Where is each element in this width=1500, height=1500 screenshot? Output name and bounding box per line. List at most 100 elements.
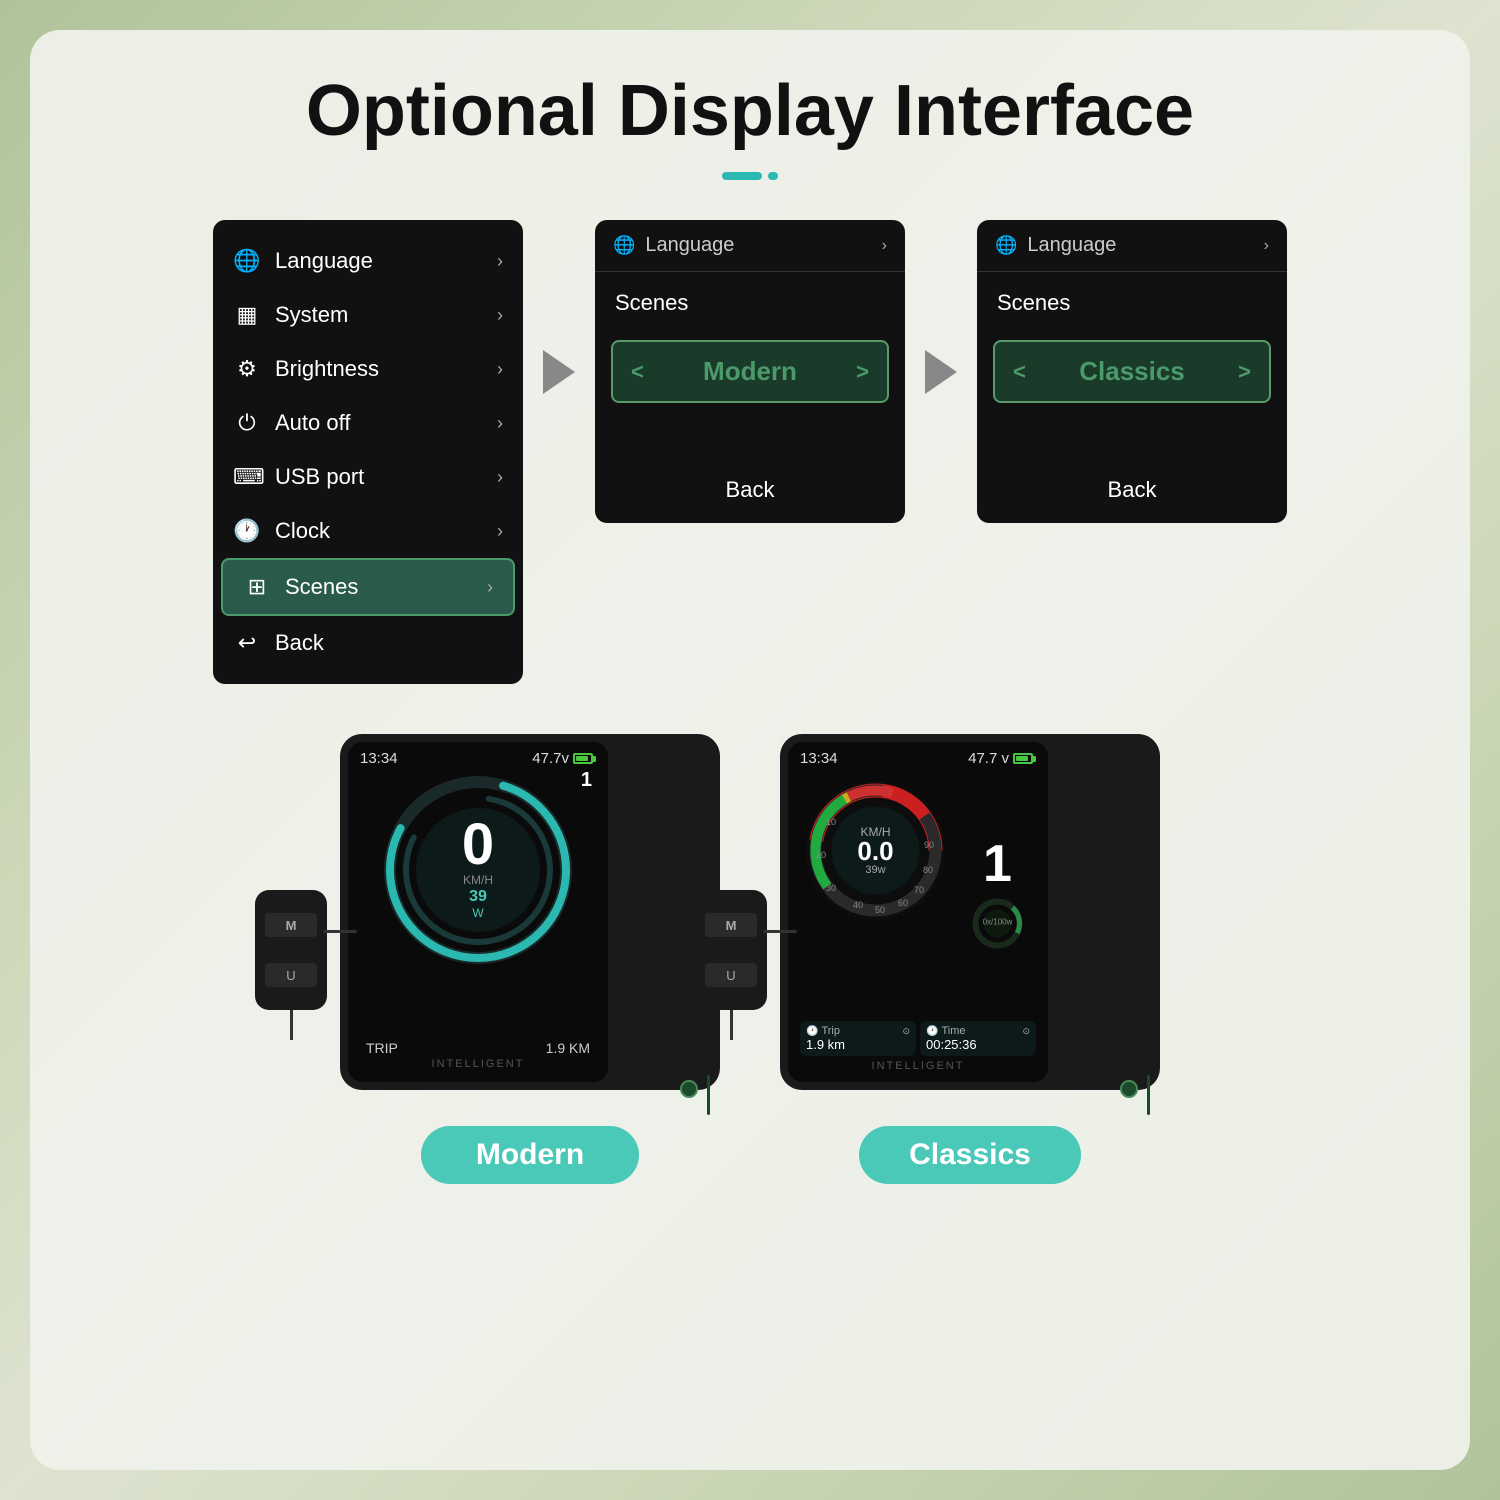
menu-item-brightness[interactable]: ⚙ Brightness › xyxy=(213,342,523,396)
arrow-1 xyxy=(543,220,575,394)
scenes-label-classics: Scenes xyxy=(977,272,1287,326)
menu-item-usb[interactable]: ⌨ USB port › xyxy=(213,450,523,504)
classics-screen: 13:34 47.7 v xyxy=(788,742,1048,1082)
chevron-icon: › xyxy=(497,413,503,434)
modern-device-container: M U 13:34 47.7v xyxy=(340,734,720,1184)
scene-selector-modern[interactable]: < Modern > xyxy=(611,340,889,403)
remote-m-button[interactable]: M xyxy=(265,913,317,937)
modern-device: M U 13:34 47.7v xyxy=(340,734,720,1090)
modern-speed-value: 0 xyxy=(462,816,494,874)
svg-text:20: 20 xyxy=(816,850,826,860)
classics-trip-value: 1.9 km xyxy=(806,1037,910,1052)
classics-small-gauge-label: 0x/100w xyxy=(983,919,1013,928)
menu-item-clock[interactable]: 🕐 Clock › xyxy=(213,504,523,558)
svg-text:40: 40 xyxy=(853,900,863,910)
scene-back-classics[interactable]: Back xyxy=(977,417,1287,523)
arrow-2 xyxy=(925,220,957,394)
modern-speed-unit: KM/H xyxy=(462,874,494,886)
menu-item-language[interactable]: 🌐 Language › xyxy=(213,234,523,288)
brightness-icon: ⚙ xyxy=(233,356,261,382)
remote-up-button[interactable]: U xyxy=(265,963,317,987)
dot-divider xyxy=(722,172,778,180)
classics-remote-m-button[interactable]: M xyxy=(705,913,757,937)
devices-row: M U 13:34 47.7v xyxy=(80,734,1420,1184)
scenes-label-modern: Scenes xyxy=(595,272,905,326)
menu-item-autooff[interactable]: ⏻ Auto off › xyxy=(213,396,523,450)
modern-top-bar: 13:34 47.7v xyxy=(356,750,600,771)
scene-header-title-modern: Language xyxy=(645,234,871,257)
svg-text:70: 70 xyxy=(914,885,924,895)
clock-icon: 🕐 xyxy=(233,518,261,544)
classics-device: M U 13:34 47.7 v xyxy=(780,734,1160,1090)
classics-brand: INTELLIGENT xyxy=(796,1060,1040,1074)
menu-label-back: Back xyxy=(275,630,503,656)
menu-label-brightness: Brightness xyxy=(275,356,483,382)
menu-label-scenes: Scenes xyxy=(285,574,473,600)
menu-item-system[interactable]: ▦ System › xyxy=(213,288,523,342)
globe-icon: 🌐 xyxy=(995,235,1017,256)
menu-label-autooff: Auto off xyxy=(275,410,483,436)
menu-label-usb: USB port xyxy=(275,464,483,490)
scene-next-button[interactable]: > xyxy=(856,359,869,385)
modern-remote: M U xyxy=(255,890,327,1040)
modern-trip-value: 1.9 KM xyxy=(546,1040,590,1056)
classics-gauge: 10 20 30 40 50 60 70 80 90 xyxy=(798,773,953,928)
classics-top-bar: 13:34 47.7 v xyxy=(796,750,1040,771)
modern-device-body: 13:34 47.7v xyxy=(340,734,720,1090)
classics-info-boxes: 🕐 Trip ⊙ 1.9 km 🕐 Time ⊙ xyxy=(796,1017,1040,1060)
chevron-icon: › xyxy=(882,237,887,255)
menu-screen: 🌐 Language › ▦ System › ⚙ Brightness › ⏻… xyxy=(213,220,523,684)
scene-header-title-classics: Language xyxy=(1027,234,1253,257)
scene-screen-modern: 🌐 Language › Scenes < Modern > Back xyxy=(595,220,905,523)
modern-power-unit: W xyxy=(462,906,494,920)
classics-remote-up-button[interactable]: U xyxy=(705,963,757,987)
scene-selector-classics[interactable]: < Classics > xyxy=(993,340,1271,403)
modern-label-pill: Modern xyxy=(421,1126,639,1184)
classics-time-box: 🕐 Time ⊙ 00:25:36 xyxy=(920,1021,1036,1056)
modern-trip-label: TRIP xyxy=(366,1040,398,1056)
scene-prev-button[interactable]: < xyxy=(1013,359,1026,385)
classics-cable xyxy=(1147,1075,1150,1115)
svg-text:60: 60 xyxy=(898,898,908,908)
scene-header-modern: 🌐 Language › xyxy=(595,220,905,272)
classics-speed-display: KM/H 0.0 39w xyxy=(857,826,893,876)
menu-label-language: Language xyxy=(275,248,483,274)
classics-remote: M U xyxy=(695,890,767,1040)
scene-prev-button[interactable]: < xyxy=(631,359,644,385)
classics-assist-level: 1 xyxy=(983,838,1012,890)
modern-screen: 13:34 47.7v xyxy=(348,742,608,1082)
chevron-icon: › xyxy=(497,521,503,542)
chevron-icon: › xyxy=(497,359,503,380)
menu-label-clock: Clock xyxy=(275,518,483,544)
chevron-icon: › xyxy=(497,467,503,488)
usb-icon: ⌨ xyxy=(233,464,261,490)
classics-trip-box: 🕐 Trip ⊙ 1.9 km xyxy=(800,1021,916,1056)
modern-speed-display: 0 KM/H 39 W xyxy=(462,816,494,920)
screens-row: 🌐 Language › ▦ System › ⚙ Brightness › ⏻… xyxy=(80,220,1420,684)
scene-next-button[interactable]: > xyxy=(1238,359,1251,385)
chevron-icon: › xyxy=(497,305,503,326)
menu-item-back[interactable]: ↩ Back xyxy=(213,616,523,670)
classics-time: 13:34 xyxy=(800,750,838,767)
modern-cable xyxy=(707,1075,710,1115)
classics-speed-value: 0.0 xyxy=(857,838,893,864)
modern-assist-level: 1 xyxy=(581,769,592,792)
globe-icon: 🌐 xyxy=(613,235,635,256)
svg-text:10: 10 xyxy=(826,817,836,827)
menu-item-scenes[interactable]: ⊞ Scenes › xyxy=(221,558,515,616)
svg-text:80: 80 xyxy=(923,865,933,875)
menu-label-system: System xyxy=(275,302,483,328)
chevron-icon: › xyxy=(487,577,493,598)
scene-name-classics: Classics xyxy=(1079,356,1185,387)
scene-back-modern[interactable]: Back xyxy=(595,417,905,523)
classics-small-gauge: 0x/100w xyxy=(970,896,1025,951)
chevron-icon: › xyxy=(497,251,503,272)
modern-power-value: 39 xyxy=(462,888,494,906)
modern-time: 13:34 xyxy=(360,750,398,767)
modern-trip-row: TRIP 1.9 KM xyxy=(356,1034,600,1058)
scenes-icon: ⊞ xyxy=(243,574,271,600)
scene-name-modern: Modern xyxy=(703,356,797,387)
power-icon: ⏻ xyxy=(233,410,261,436)
system-icon: ▦ xyxy=(233,302,261,328)
classics-label-pill: Classics xyxy=(859,1126,1081,1184)
